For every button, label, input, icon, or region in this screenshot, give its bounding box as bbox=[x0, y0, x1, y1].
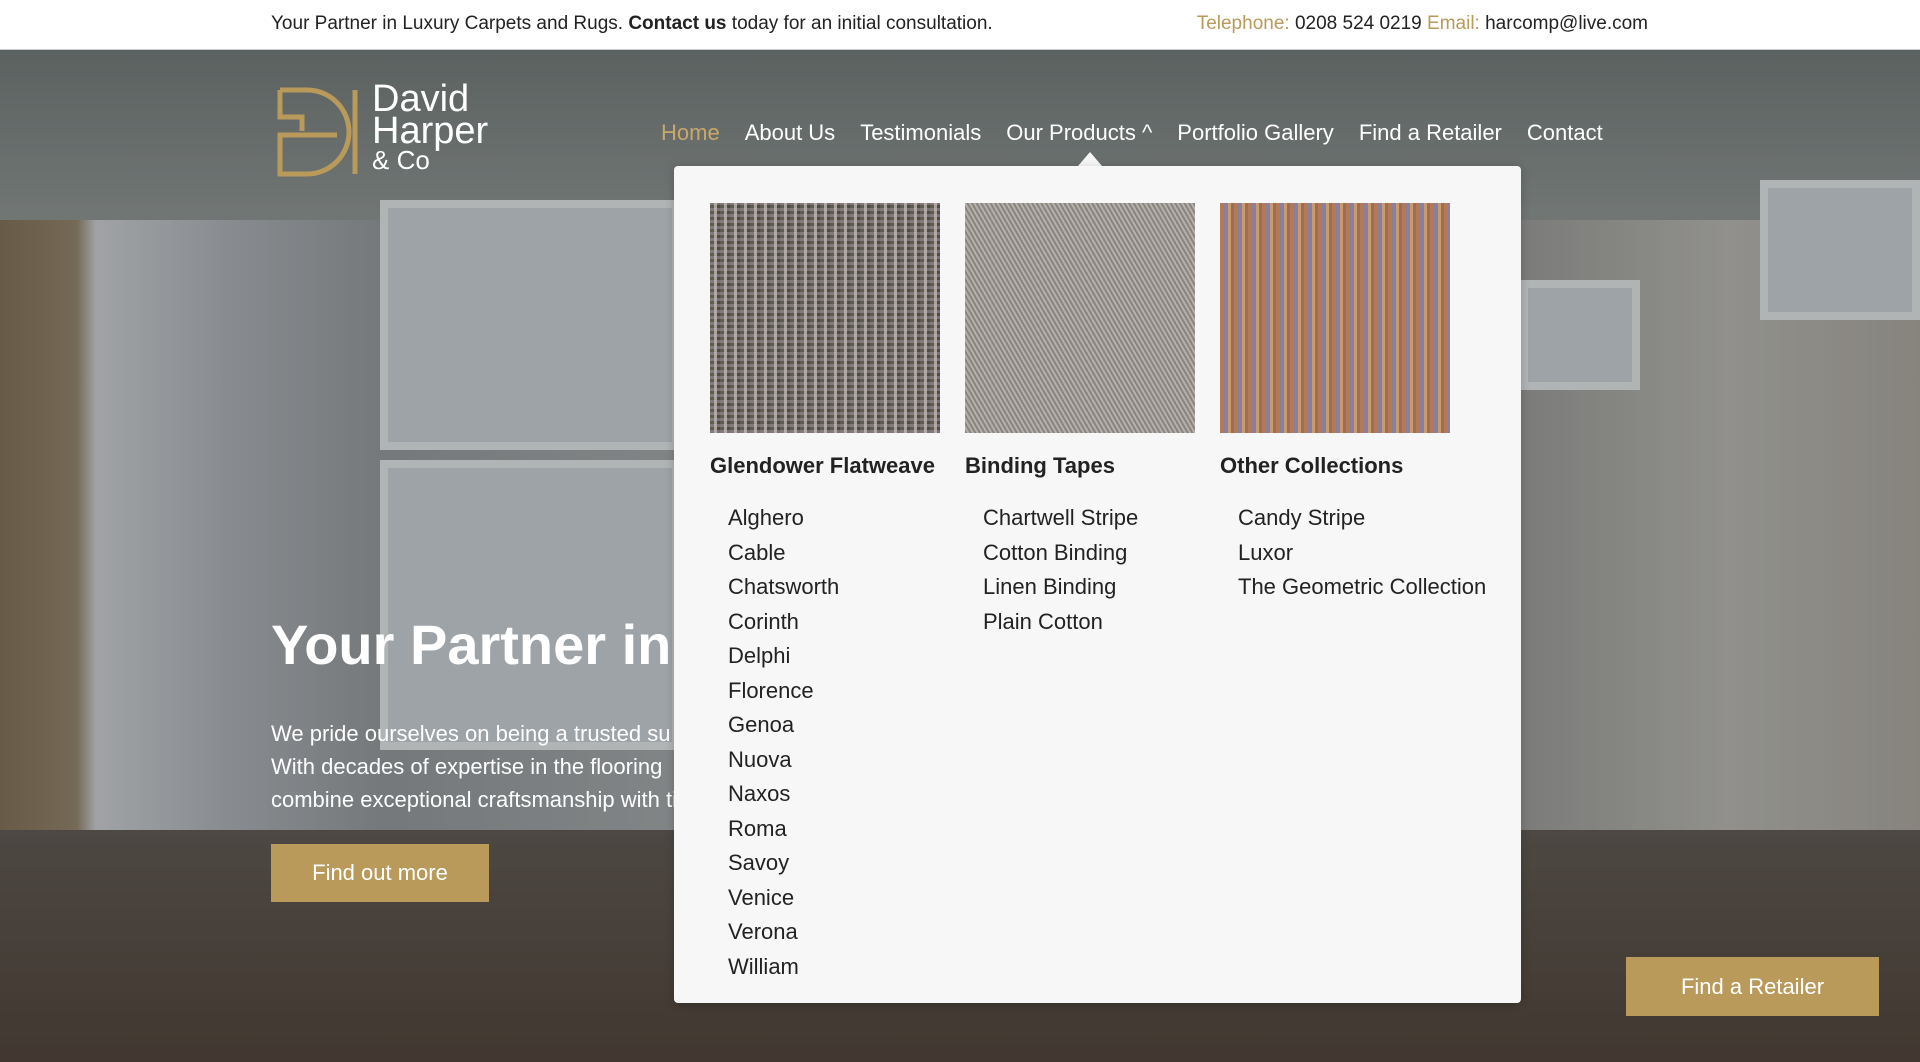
nav-home[interactable]: Home bbox=[661, 120, 720, 146]
menu-item[interactable]: William bbox=[728, 950, 940, 985]
nav-our-products-label: Our Products bbox=[1006, 120, 1136, 145]
menu-item[interactable]: Delphi bbox=[728, 639, 940, 674]
menu-item[interactable]: Venice bbox=[728, 881, 940, 916]
menu-item[interactable]: Plain Cotton bbox=[983, 605, 1195, 640]
phone-number[interactable]: 0208 524 0219 bbox=[1290, 13, 1427, 34]
binding-tapes-image[interactable] bbox=[965, 203, 1195, 433]
glendower-flatweave-image[interactable] bbox=[710, 203, 940, 433]
menu-column-glendower: Glendower Flatweave Alghero Cable Chatsw… bbox=[710, 203, 940, 984]
other-collections-image[interactable] bbox=[1220, 203, 1450, 433]
nav-testimonials[interactable]: Testimonials bbox=[860, 120, 981, 146]
chevron-up-icon: ^ bbox=[1141, 120, 1153, 145]
nav-contact[interactable]: Contact bbox=[1527, 120, 1603, 146]
menu-column-binding-tapes: Binding Tapes Chartwell Stripe Cotton Bi… bbox=[965, 203, 1195, 639]
menu-column-other-collections: Other Collections Candy Stripe Luxor The… bbox=[1220, 203, 1486, 605]
nav-our-products[interactable]: Our Products ^ bbox=[1006, 120, 1152, 146]
find-a-retailer-button[interactable]: Find a Retailer bbox=[1626, 957, 1879, 1016]
dropdown-caret bbox=[1078, 152, 1102, 166]
email-label: Email: bbox=[1427, 13, 1480, 34]
top-bar: Your Partner in Luxury Carpets and Rugs.… bbox=[0, 0, 1920, 50]
nav-find-a-retailer[interactable]: Find a Retailer bbox=[1359, 120, 1502, 146]
menu-item[interactable]: Nuova bbox=[728, 743, 940, 778]
email-link[interactable]: harcomp@live.com bbox=[1480, 13, 1648, 34]
main-nav: Home About Us Testimonials Our Products … bbox=[661, 120, 1603, 146]
menu-item[interactable]: Naxos bbox=[728, 777, 940, 812]
menu-item[interactable]: Corinth bbox=[728, 605, 940, 640]
menu-item[interactable]: Luxor bbox=[1238, 536, 1450, 571]
menu-item[interactable]: Savoy bbox=[728, 846, 940, 881]
menu-item[interactable]: Genoa bbox=[728, 708, 940, 743]
products-mega-menu: Glendower Flatweave Alghero Cable Chatsw… bbox=[674, 166, 1521, 1003]
tagline-text: Your Partner in Luxury Carpets and Rugs. bbox=[271, 13, 629, 34]
hero-description: We pride ourselves on being a trusted su… bbox=[271, 717, 691, 816]
tagline-text-end: today for an initial consultation. bbox=[726, 13, 993, 34]
menu-item[interactable]: Chartwell Stripe bbox=[983, 501, 1195, 536]
phone-label: Telephone: bbox=[1196, 13, 1290, 34]
menu-item[interactable]: Linen Binding bbox=[983, 570, 1195, 605]
menu-item[interactable]: The Geometric Collection bbox=[1238, 570, 1486, 605]
menu-item[interactable]: Verona bbox=[728, 915, 940, 950]
hero-text-line: combine exceptional craftsmanship with t… bbox=[271, 787, 677, 812]
menu-item[interactable]: Cable bbox=[728, 536, 940, 571]
logo-mark-icon bbox=[277, 87, 358, 177]
menu-column-title[interactable]: Binding Tapes bbox=[965, 453, 1195, 479]
nav-about-us[interactable]: About Us bbox=[745, 120, 836, 146]
tagline: Your Partner in Luxury Carpets and Rugs.… bbox=[271, 13, 993, 35]
logo-text: David Harper & Co bbox=[372, 80, 489, 173]
menu-item[interactable]: Cotton Binding bbox=[983, 536, 1195, 571]
logo-line: Harper bbox=[372, 110, 489, 152]
menu-column-title[interactable]: Other Collections bbox=[1220, 453, 1450, 479]
menu-item[interactable]: Alghero bbox=[728, 501, 940, 536]
hero-text-line: We pride ourselves on being a trusted su bbox=[271, 721, 671, 746]
menu-item[interactable]: Roma bbox=[728, 812, 940, 847]
menu-item[interactable]: Chatsworth bbox=[728, 570, 940, 605]
contact-info: Telephone: 0208 524 0219 Email: harcomp@… bbox=[1197, 13, 1648, 35]
nav-portfolio-gallery[interactable]: Portfolio Gallery bbox=[1177, 120, 1334, 146]
menu-item[interactable]: Florence bbox=[728, 674, 940, 709]
hero-text-line: With decades of expertise in the floorin… bbox=[271, 754, 663, 779]
contact-us-link[interactable]: Contact us bbox=[628, 13, 726, 34]
logo[interactable]: David Harper & Co bbox=[277, 80, 507, 177]
hero-title: Your Partner in bbox=[271, 613, 672, 676]
menu-item[interactable]: Candy Stripe bbox=[1238, 501, 1450, 536]
find-out-more-button[interactable]: Find out more bbox=[271, 844, 489, 902]
menu-column-title[interactable]: Glendower Flatweave bbox=[710, 453, 940, 479]
